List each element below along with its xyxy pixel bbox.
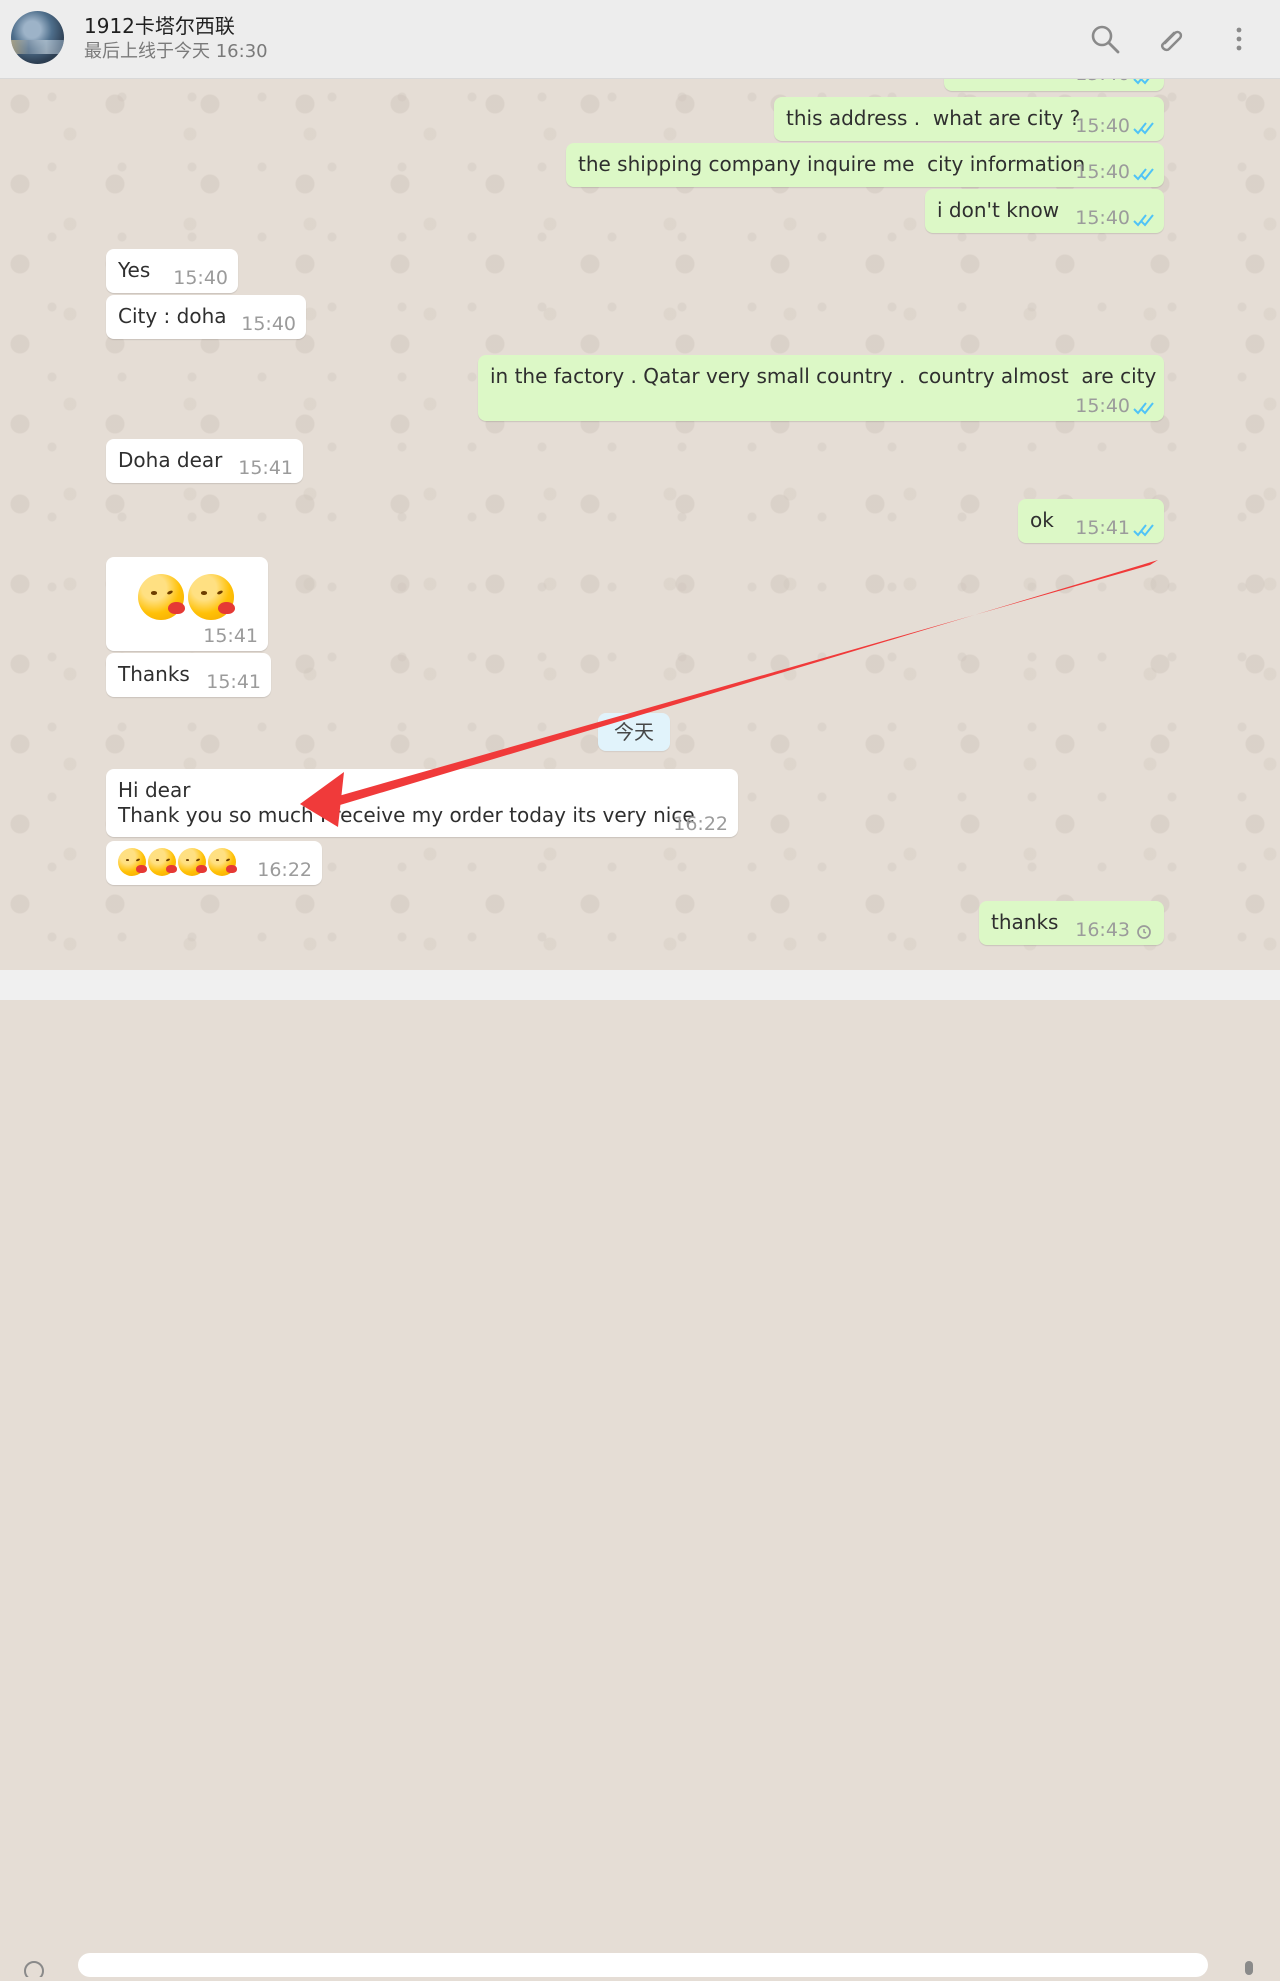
- kissing-face-emoji: [148, 848, 177, 876]
- message-bubble[interactable]: Hi dear Thank you so much I receive my o…: [106, 769, 738, 837]
- message-list[interactable]: 15:40 this address . what are city ? 15:…: [0, 79, 1280, 970]
- heart-icon: [168, 601, 185, 615]
- contact-last-seen-status: 最后上线于今天 16:30: [84, 41, 268, 62]
- message-text-line: Hi dear: [118, 778, 191, 802]
- message-time: 15:40: [1075, 161, 1130, 183]
- message-text: this address . what are city ?: [786, 106, 1081, 130]
- message-bubble[interactable]: ok 15:41: [1018, 499, 1164, 543]
- heart-icon: [218, 601, 235, 615]
- search-icon[interactable]: [1088, 22, 1122, 56]
- kissing-face-emoji: [208, 848, 237, 876]
- heart-icon: [166, 864, 177, 873]
- message-bubble[interactable]: the shipping company inquire me city inf…: [566, 143, 1164, 187]
- message-bubble[interactable]: this address . what are city ? 15:40: [774, 97, 1164, 141]
- message-text: Yes: [118, 258, 151, 282]
- read-receipt-icon: [1132, 209, 1156, 227]
- kissing-face-emoji: [118, 848, 147, 876]
- read-receipt-icon: [1132, 163, 1156, 181]
- read-receipt-icon: [1132, 397, 1156, 415]
- emoji-message-bubble[interactable]: 16:22: [106, 841, 322, 885]
- message-bubble[interactable]: Yes 15:40: [106, 249, 238, 293]
- message-time: 15:40: [241, 313, 296, 335]
- heart-icon: [136, 864, 147, 873]
- emoji-icon[interactable]: [20, 1957, 48, 1981]
- message-time: 16:22: [257, 859, 312, 881]
- heart-icon: [226, 864, 237, 873]
- kissing-face-emoji: [188, 574, 235, 620]
- message-text: in the factory . Qatar very small countr…: [490, 364, 1157, 388]
- message-time: 16:22: [673, 813, 728, 835]
- emoji-message-bubble[interactable]: 15:41: [106, 557, 268, 651]
- kissing-face-emoji: [178, 848, 207, 876]
- message-time: 15:40: [173, 267, 228, 289]
- pending-clock-icon: [1132, 921, 1156, 939]
- message-time: 16:43: [1075, 919, 1130, 941]
- message-time: 15:40: [1075, 207, 1130, 229]
- message-time: 15:41: [203, 625, 258, 647]
- message-text: Thanks: [118, 662, 190, 686]
- contact-name[interactable]: 1912卡塔尔西联: [84, 14, 235, 38]
- read-receipt-icon: [1132, 519, 1156, 537]
- message-time: 15:40: [1075, 395, 1130, 417]
- message-bubble[interactable]: Doha dear 15:41: [106, 439, 303, 483]
- message-time: 15:41: [1075, 517, 1130, 539]
- partially-visible-outgoing-message[interactable]: 15:40: [944, 79, 1164, 91]
- microphone-icon[interactable]: [1235, 1957, 1263, 1977]
- message-bubble[interactable]: in the factory . Qatar very small countr…: [478, 355, 1164, 421]
- message-text: City : doha: [118, 304, 227, 328]
- message-text-line: Thank you so much I receive my order tod…: [118, 803, 695, 827]
- contact-avatar[interactable]: [11, 11, 64, 64]
- chat-header: 1912卡塔尔西联 最后上线于今天 16:30: [0, 0, 1280, 79]
- composer-bar: [0, 970, 1280, 1981]
- paperclip-icon[interactable]: [1155, 22, 1189, 56]
- message-bubble[interactable]: i don't know 15:40: [925, 189, 1164, 233]
- message-input[interactable]: [78, 1953, 1208, 1977]
- date-divider-badge: 今天: [598, 713, 670, 751]
- heart-icon: [196, 864, 207, 873]
- message-text: Doha dear: [118, 448, 223, 472]
- message-text: ok: [1030, 508, 1054, 532]
- message-text: the shipping company inquire me city inf…: [578, 152, 1086, 176]
- read-receipt-icon: [1132, 117, 1156, 135]
- message-time: 15:41: [238, 457, 293, 479]
- kissing-face-emoji: [138, 574, 185, 620]
- message-time: 15:40: [1075, 115, 1130, 137]
- message-bubble[interactable]: Thanks 15:41: [106, 653, 271, 697]
- read-receipt-icon: [1132, 79, 1156, 85]
- message-bubble[interactable]: City : doha 15:40: [106, 295, 306, 339]
- message-text: thanks: [991, 910, 1059, 934]
- message-bubble[interactable]: thanks 16:43: [979, 901, 1164, 945]
- more-vertical-icon[interactable]: [1222, 22, 1256, 56]
- message-text: i don't know: [937, 198, 1060, 222]
- message-time: 15:41: [206, 671, 261, 693]
